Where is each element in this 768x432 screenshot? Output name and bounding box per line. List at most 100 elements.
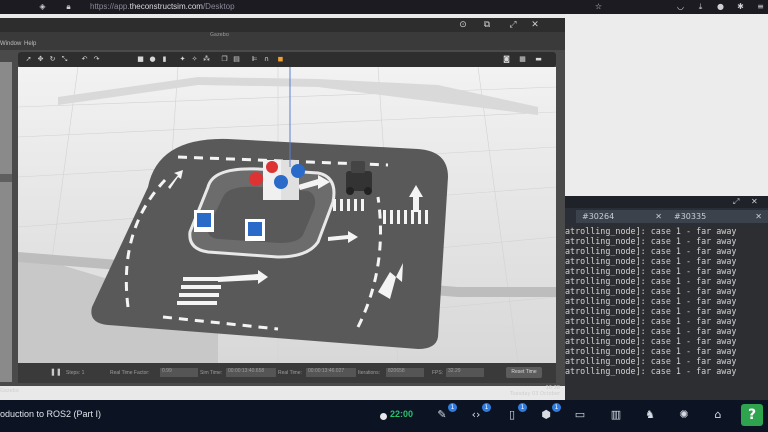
cube-badge: 1 <box>552 403 561 412</box>
screenshot-icon[interactable]: ◙ <box>502 55 511 64</box>
notebook-icon[interactable]: ✎ <box>434 408 450 422</box>
simulation-3d-viewport[interactable] <box>18 67 556 363</box>
book-icon[interactable]: ▥ <box>608 408 624 422</box>
terminal-line: atrolling_node]: case 1 - far away <box>565 226 737 236</box>
terminal-line: atrolling_node]: case 1 - far away <box>565 326 737 336</box>
paste-icon[interactable]: ▤ <box>232 55 241 64</box>
fps-field: 32.29 <box>446 368 484 377</box>
course-title: oduction to ROS2 (Part I) <box>0 409 102 419</box>
close-terminal-icon[interactable]: ✕ <box>751 197 758 206</box>
ide-badge: 1 <box>518 403 527 412</box>
real-time-field: 00:00:13:46.027 <box>306 368 356 377</box>
terminal-line: atrolling_node]: case 1 - far away <box>565 246 737 256</box>
record-video-icon[interactable]: ▬ <box>534 55 543 64</box>
maximize-icon[interactable]: ⤢ <box>508 20 518 30</box>
iterations-field: 820658 <box>386 368 424 377</box>
terminal-line: atrolling_node]: case 1 - far away <box>565 266 737 276</box>
close-tab-icon[interactable]: ✕ <box>655 210 662 223</box>
code-icon[interactable]: ‹› <box>468 408 484 422</box>
timer-dot-icon <box>380 413 387 420</box>
cylinder-shape-icon[interactable]: ▮ <box>160 55 169 64</box>
lock-icon[interactable]: 🔒︎ <box>64 2 73 11</box>
menu-icon[interactable]: ≡ <box>756 2 765 11</box>
terminal-line: atrolling_node]: case 1 - far away <box>565 336 737 346</box>
copy-icon[interactable]: ❐ <box>220 55 229 64</box>
steps-label: Steps: 1 <box>66 370 85 376</box>
undo-icon[interactable]: ↶ <box>80 55 89 64</box>
directional-light-icon[interactable]: ⁂ <box>202 55 211 64</box>
tab-label: #30264 <box>582 212 615 221</box>
extension-puzzle-icon[interactable]: ✱ <box>736 2 745 11</box>
terminal-window-bar: ⤢ ✕ <box>565 196 768 208</box>
terminal-line: atrolling_node]: case 1 - far away <box>565 296 737 306</box>
menu-help[interactable]: Help <box>24 41 36 47</box>
desktop-background <box>565 14 768 196</box>
box-shape-icon[interactable]: ■ <box>136 55 145 64</box>
terminal-line: atrolling_node]: case 1 - far away <box>565 256 737 266</box>
real-time-label: Real Time: <box>278 370 302 376</box>
point-light-icon[interactable]: ✦ <box>178 55 187 64</box>
extension-icon[interactable]: ● <box>716 2 725 11</box>
help-button[interactable]: ? <box>741 404 763 426</box>
terminal-output[interactable]: atrolling_node]: case 1 - far away atrol… <box>565 225 768 400</box>
shield-icon[interactable]: ◈ <box>38 2 47 11</box>
snap-icon[interactable]: ∩ <box>262 55 271 64</box>
browser-toolbar: ◈ 🔒︎ https://app.theconstructsim.com/Des… <box>0 0 768 14</box>
home-icon[interactable]: ⌂ <box>710 408 726 422</box>
select-arrow-icon[interactable]: ➚ <box>24 55 33 64</box>
bookmark-star-icon[interactable]: ☆ <box>594 2 603 11</box>
ide-icon[interactable]: ▯ <box>504 408 520 422</box>
close-tab-icon[interactable]: ✕ <box>755 210 762 223</box>
simulation-status-bar: ❚❚ Steps: 1 Real Time Factor: 0.99 Sim T… <box>18 363 556 383</box>
gazebo-menu-bar: Window Help <box>0 40 565 50</box>
restore-icon[interactable]: ⧉ <box>482 20 492 30</box>
reset-time-button[interactable]: Reset Time <box>506 367 542 378</box>
close-icon[interactable]: ✕ <box>530 20 540 30</box>
gazebo-task-tab[interactable]: Gazebo <box>0 388 19 394</box>
real-time-factor-label: Real Time Factor: <box>110 370 150 376</box>
terminal-tab-30335[interactable]: #30335 ✕ <box>668 210 768 223</box>
menu-window[interactable]: Window <box>0 41 21 47</box>
monitor-icon[interactable]: ▭ <box>572 408 588 422</box>
terminal-tab-30264[interactable]: #30264 ✕ <box>576 210 668 223</box>
terminal-line: atrolling_node]: case 1 - far away <box>565 276 737 286</box>
cube-icon[interactable]: ⬢ <box>538 408 554 422</box>
pocket-icon[interactable]: ◡ <box>676 2 685 11</box>
openai-icon[interactable]: ✺ <box>676 408 692 422</box>
clock-date: Tuesday 03 October <box>510 391 560 397</box>
pause-button[interactable]: ❚❚ <box>50 368 62 376</box>
real-time-factor-field: 0.99 <box>160 368 198 377</box>
spot-light-icon[interactable]: ✧ <box>190 55 199 64</box>
gazebo-window-frame: ⊙ ⧉ ⤢ ✕ <box>0 18 565 32</box>
redo-icon[interactable]: ↷ <box>92 55 101 64</box>
terminal-line: atrolling_node]: case 1 - far away <box>565 316 737 326</box>
terminal-line: atrolling_node]: case 1 - far away <box>565 346 737 356</box>
terminal-line: atrolling_node]: case 1 - far away <box>565 356 737 366</box>
session-timer: 22:00 <box>390 409 414 419</box>
translate-icon[interactable]: ✥ <box>36 55 45 64</box>
sim-time-label: Sim Time: <box>200 370 223 376</box>
terminal-line: atrolling_node]: case 1 - far away <box>565 306 737 316</box>
url-bar[interactable]: https://app.theconstructsim.com/Desktop <box>90 2 235 11</box>
scale-icon[interactable]: ⤡ <box>60 55 69 64</box>
download-icon[interactable]: ⤓ <box>696 2 705 11</box>
fps-label: FPS: <box>432 370 444 376</box>
terminal-line: atrolling_node]: case 1 - far away <box>565 236 737 246</box>
notebook-badge: 1 <box>448 403 457 412</box>
log-icon[interactable]: ▦ <box>518 55 527 64</box>
code-badge: 1 <box>482 403 491 412</box>
tab-label: #30335 <box>674 212 707 221</box>
gazebo-side-panel[interactable] <box>0 62 12 382</box>
terminal-line: atrolling_node]: case 1 - far away <box>565 286 737 296</box>
maximize-terminal-icon[interactable]: ⤢ <box>733 197 739 207</box>
panel-collapse-handle[interactable] <box>0 174 12 182</box>
robot-icon[interactable]: ♞ <box>642 408 658 422</box>
world-scene <box>18 67 556 363</box>
sphere-shape-icon[interactable]: ● <box>148 55 157 64</box>
minimize-icon[interactable]: ⊙ <box>458 20 468 30</box>
gazebo-toolbar: ➚ ✥ ↻ ⤡ ↶ ↷ ■ ● ▮ ✦ ✧ ⁂ ❐ ▤ ⊫ ∩ ◼ ◙ ▦ ▬ <box>18 52 556 67</box>
change-view-icon[interactable]: ◼ <box>276 55 285 64</box>
align-icon[interactable]: ⊫ <box>250 55 259 64</box>
terminal-line: atrolling_node]: case 1 - far away <box>565 366 737 376</box>
rotate-icon[interactable]: ↻ <box>48 55 57 64</box>
